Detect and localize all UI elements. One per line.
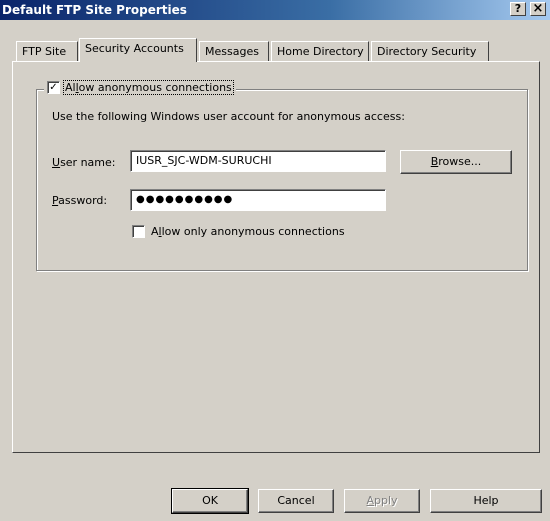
tab-label: Home Directory [277,45,364,58]
password-label: Password: [52,194,108,207]
password-input[interactable]: ●●●●●●●●●● [130,189,386,211]
window-title: Default FTP Site Properties [2,3,187,17]
tab-messages[interactable]: Messages [199,41,269,62]
checkbox-label: Allow anonymous connections [63,80,234,95]
allow-only-anonymous-checkbox[interactable]: Allow only anonymous connections [132,225,345,238]
username-input[interactable]: IUSR_SJC-WDM-SURUCHI [130,150,386,172]
ok-button[interactable]: OK [171,488,249,514]
allow-anonymous-checkbox[interactable]: ✓ Allow anonymous connections [44,80,236,95]
tab-home-directory[interactable]: Home Directory [271,41,369,62]
apply-button[interactable]: Apply [344,489,420,513]
checkbox-box[interactable] [132,225,145,238]
cancel-button[interactable]: Cancel [258,489,334,513]
checkbox-check-icon[interactable]: ✓ [47,81,60,94]
tab-label: Security Accounts [85,42,184,55]
help-button[interactable]: Help [430,489,542,513]
username-label: User name: [52,156,116,169]
tab-label: Messages [205,45,259,58]
tab-label: Directory Security [377,45,477,58]
help-icon[interactable]: ? [510,2,526,16]
tab-security-accounts[interactable]: Security Accounts [79,38,197,62]
browse-button[interactable]: Browse... [400,150,512,174]
properties-dialog: Default FTP Site Properties ? × FTP Site… [0,0,550,521]
title-bar[interactable]: Default FTP Site Properties [0,0,550,20]
tab-ftp-site[interactable]: FTP Site [16,41,78,62]
tab-directory-security[interactable]: Directory Security [371,41,489,62]
close-icon[interactable]: × [530,2,546,16]
anonymous-account-description: Use the following Windows user account f… [52,110,405,123]
checkbox-label: Allow only anonymous connections [151,225,345,238]
tab-label: FTP Site [22,45,67,58]
